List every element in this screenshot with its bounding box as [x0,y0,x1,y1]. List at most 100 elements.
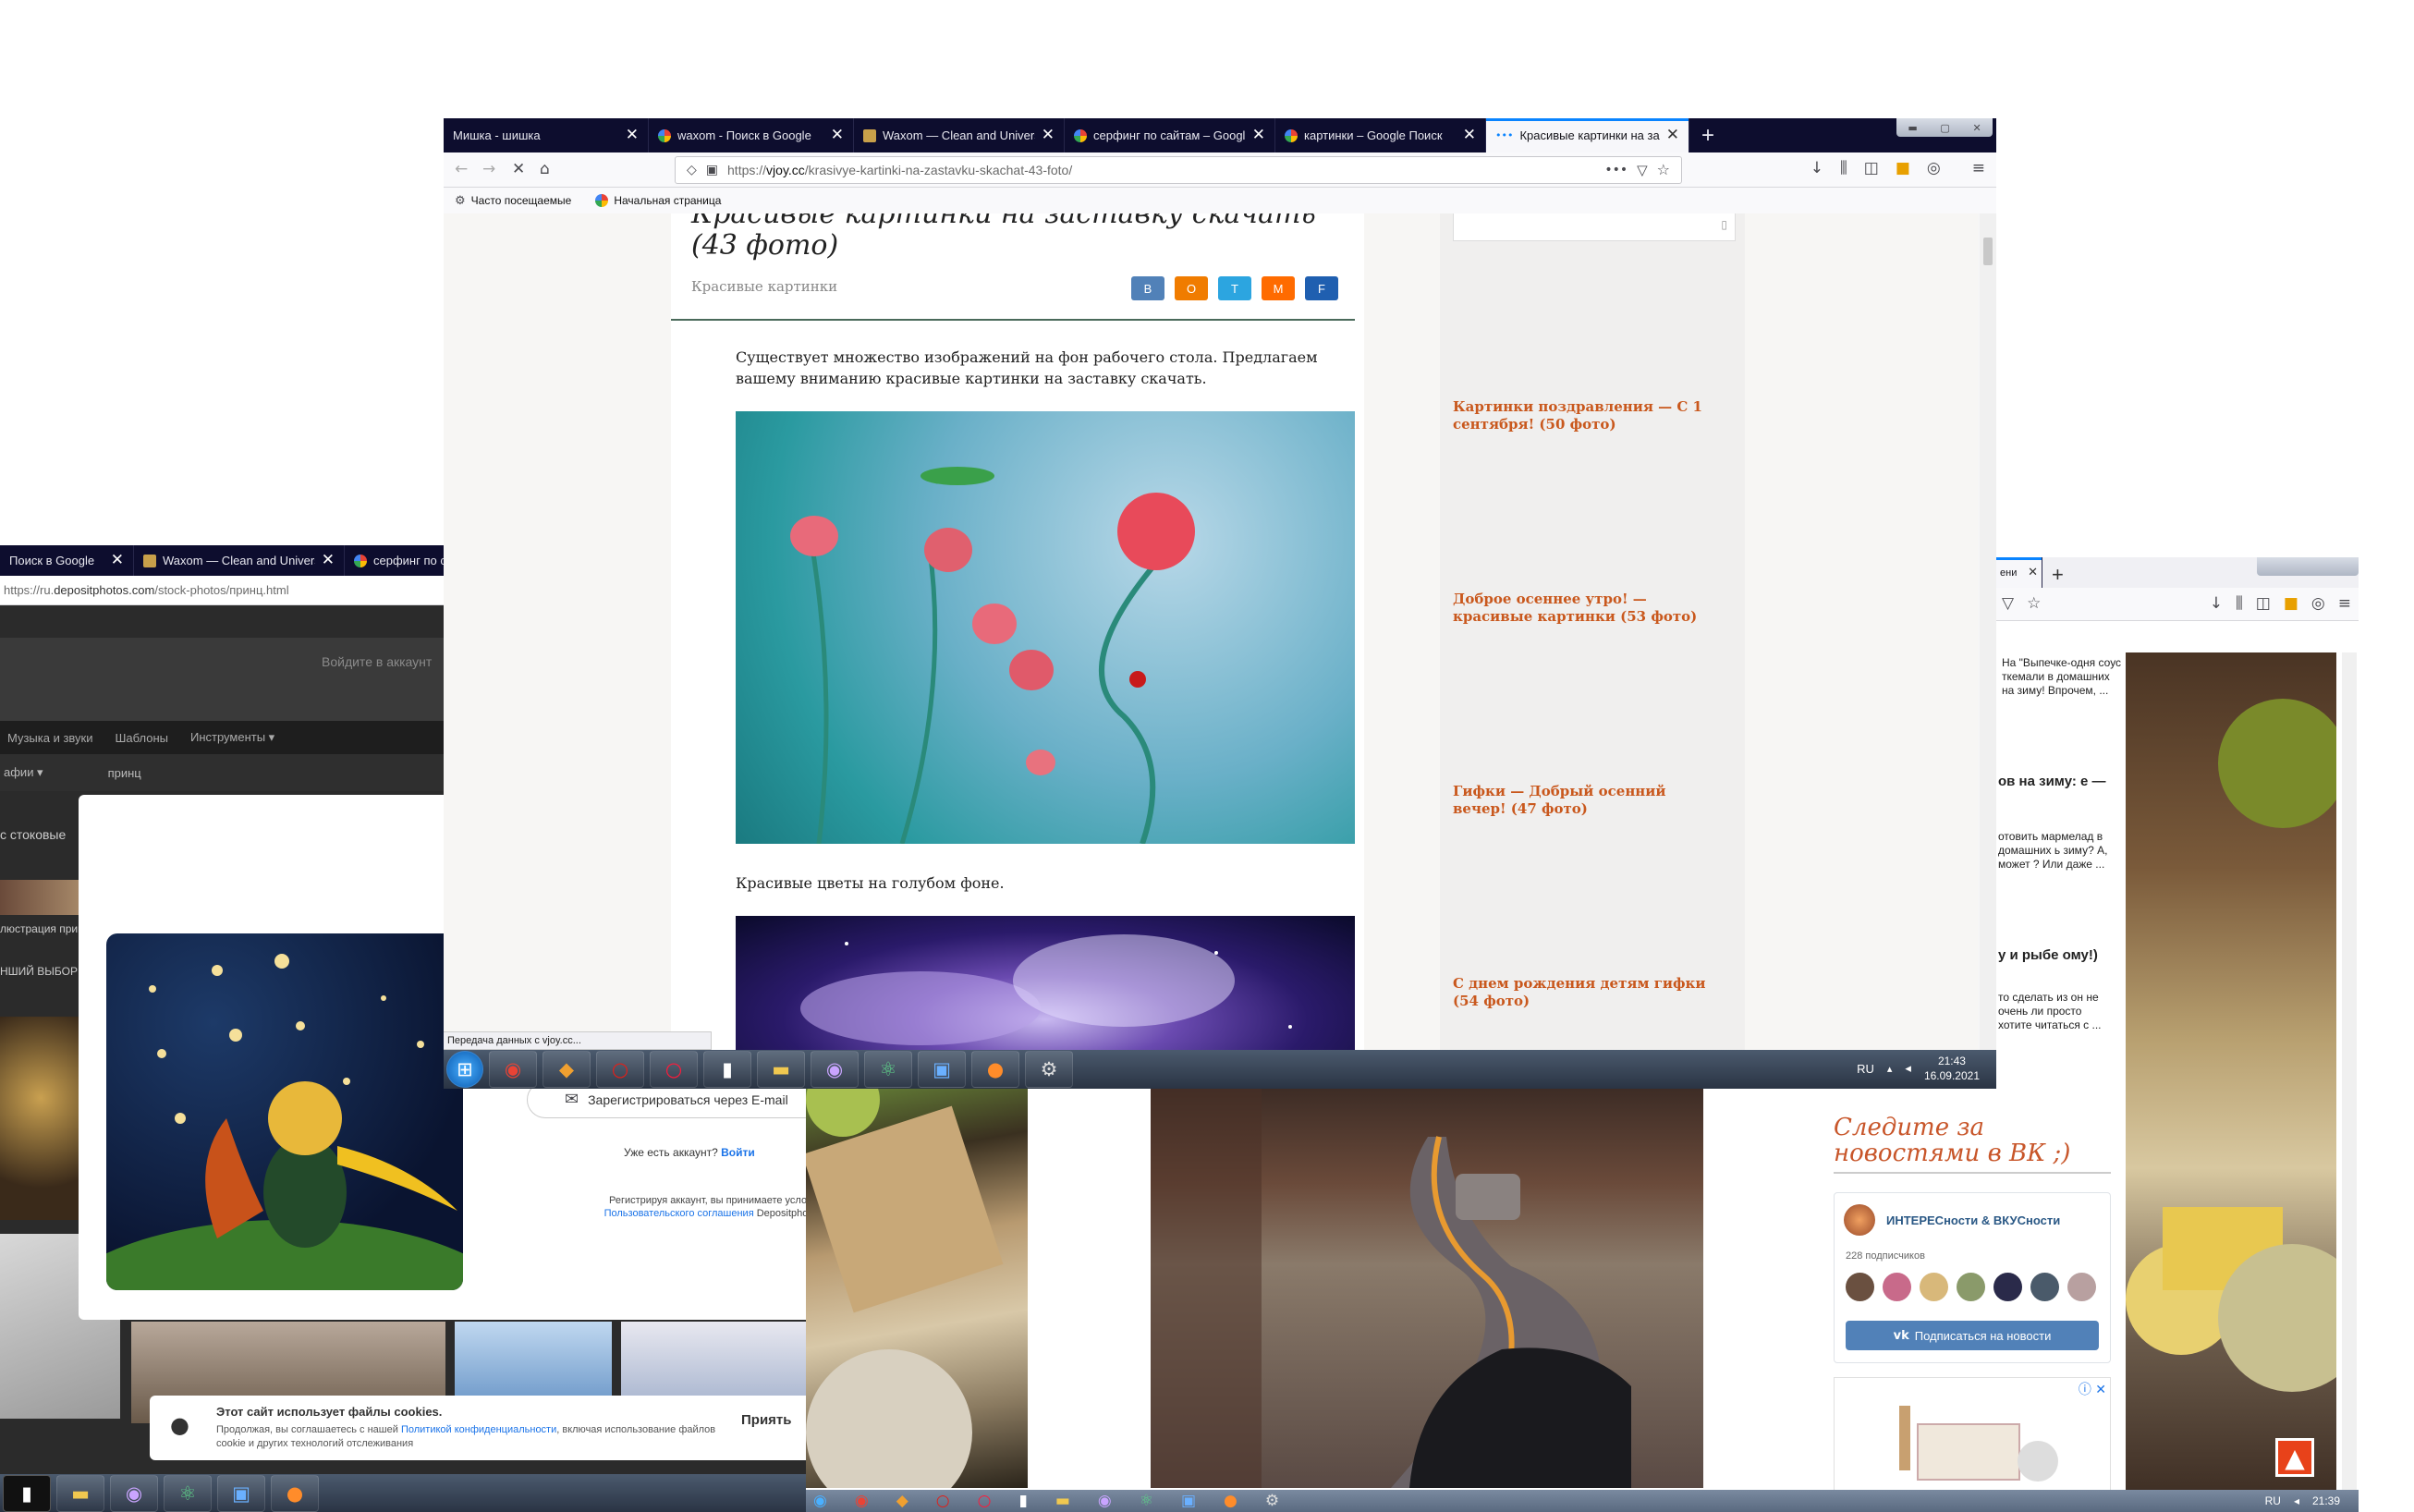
close-icon[interactable]: ✕ [1666,128,1679,143]
share-facebook-button[interactable]: F [1305,276,1338,300]
atom-icon[interactable]: ⚛ [1140,1493,1153,1509]
page-actions-icon[interactable]: ••• [1604,164,1628,177]
sidebar-post-link[interactable]: Доброе осеннее утро! — красивые картинки… [1453,591,1721,626]
avatar[interactable] [2030,1273,2059,1301]
opera-gx-icon[interactable]: ○ [978,1493,992,1509]
tab-krasivye-kartinki[interactable]: ••• Красивые картинки на заставку ✕ [1486,118,1689,152]
sidebar-post-link[interactable]: С днем рождения детям гифки (54 фото) [1453,975,1721,1010]
close-icon[interactable]: ✕ [831,128,844,143]
github-icon[interactable]: ◉ [110,1474,158,1512]
bookmark-star-icon[interactable]: ☆ [1657,163,1670,177]
firefox-icon[interactable]: ● [271,1474,319,1512]
language-indicator[interactable]: RU [2265,1494,2281,1507]
folder-icon[interactable]: ▬ [56,1474,104,1512]
library-icon[interactable]: ⫼ [2236,596,2243,612]
volume-icon[interactable]: ◂ [2294,1495,2299,1506]
close-icon[interactable]: ✕ [2028,567,2038,579]
search-input[interactable]: принц [108,766,141,780]
github-icon[interactable]: ◉ [811,1051,859,1088]
opera-gx-icon[interactable]: ○ [650,1051,698,1088]
atom-icon[interactable]: ⚛ [164,1474,212,1512]
pocket-icon[interactable]: ▽ [1637,163,1648,177]
new-tab-button[interactable]: + [2042,557,2078,591]
library-icon[interactable]: ⫼ [1840,161,1847,177]
close-icon[interactable]: ✕ [1252,128,1265,143]
firefox-icon[interactable]: ● [971,1051,1019,1088]
remote-desktop-icon[interactable]: ▣ [918,1051,966,1088]
extension-icon[interactable]: ■ [2284,596,2298,612]
login-link[interactable]: Войти [721,1146,755,1159]
close-icon[interactable]: ✕ [626,128,639,143]
menu-icon[interactable]: ≡ [2338,596,2351,612]
right-tab[interactable]: ени ✕ [1996,557,2042,588]
chrome-icon[interactable]: ◉ [855,1493,869,1509]
flowers-photo[interactable] [736,411,1355,845]
maximize-icon[interactable]: ▢ [1940,123,1949,133]
scroll-top-button[interactable]: ▲ [2275,1438,2314,1477]
tracking-shield-icon[interactable]: ◇ [687,164,697,177]
scrollbar-thumb[interactable] [1983,238,1993,265]
sidebar-icon[interactable]: ◫ [2256,596,2271,612]
tray-arrow-icon[interactable]: ▴ [1887,1064,1893,1074]
vk-group-name[interactable]: ИНТЕРЕСности & ВКУСности [1886,1213,2060,1227]
opera-icon[interactable]: ○ [596,1051,644,1088]
menu-icon[interactable]: ≡ [1972,161,1985,177]
vk-subscribe-button[interactable]: vk Подписаться на новости [1846,1321,2099,1350]
lock-icon[interactable]: ▣ [706,164,718,177]
sidebar-icon[interactable]: ◫ [1864,161,1879,177]
left-tab-waxom[interactable]: Waxom — Clean and Universal ✕ [134,545,345,576]
terminal-icon[interactable]: ▮ [1018,1493,1027,1509]
avatar[interactable] [2067,1273,2096,1301]
stop-icon[interactable]: ✕ [512,162,525,177]
snippet-heading[interactable]: ов на зиму: е — [1998,773,2118,791]
home-icon[interactable]: ⌂ [540,162,550,177]
tab-waxom-search[interactable]: waxom - Поиск в Google ✕ [649,118,854,152]
vk-group-avatar[interactable] [1844,1204,1875,1236]
tab-serfing[interactable]: серфинг по сайтам – Google Поиск ✕ [1065,118,1275,152]
settings-icon[interactable]: ⚙ [1265,1493,1279,1509]
menu-item[interactable]: Шаблоны [116,731,169,745]
ad-block[interactable]: ⓘ ✕ [1834,1377,2111,1497]
tab-waxom[interactable]: Waxom — Clean and Universal ✕ [854,118,1065,152]
folder-icon[interactable]: ▬ [757,1051,805,1088]
terminal-icon[interactable]: ▮ [3,1474,51,1512]
sublime-icon[interactable]: ◆ [543,1051,591,1088]
volume-icon[interactable]: ◂ [1905,1063,1911,1075]
side-thumb[interactable] [0,880,83,915]
sidebar-search-input[interactable]: ▯ [1453,213,1736,241]
remote-desktop-icon[interactable]: ▣ [217,1474,265,1512]
account-icon[interactable]: ◎ [1927,161,1941,177]
avatar[interactable] [1957,1273,1985,1301]
snippet-heading[interactable]: у и рыбе ому!) [1998,946,2118,965]
menu-item[interactable]: Музыка и звуки [7,731,93,745]
sidebar-post-link[interactable]: Гифки — Добрый осенний вечер! (47 фото) [1453,783,1721,818]
account-icon[interactable]: ◎ [2311,596,2325,612]
terms-link[interactable]: Пользовательского соглашения [604,1208,754,1219]
scrollbar[interactable] [2342,652,2357,1512]
bookmark-frequent[interactable]: ⚙ Часто посещаемые [455,194,571,207]
clock[interactable]: 21:43 16.09.2021 [1924,1054,1980,1083]
firefox-icon[interactable]: ● [1224,1493,1237,1509]
galaxy-photo[interactable] [736,916,1355,1050]
login-link[interactable]: Войдите в аккаунт [322,654,432,669]
github-icon[interactable]: ◉ [1098,1493,1112,1509]
share-mail-button[interactable]: М [1262,276,1295,300]
share-vk-button[interactable]: В [1131,276,1164,300]
bookmark-home[interactable]: Начальная страница [595,194,721,207]
result-thumb[interactable] [0,1017,81,1220]
extension-icon[interactable]: ■ [1896,161,1910,177]
cookie-accept-button[interactable]: Приять [741,1412,792,1428]
start-icon[interactable]: ⊞ [446,1051,483,1088]
avatar[interactable] [1846,1273,1874,1301]
close-window-icon[interactable]: ✕ [1972,123,1981,133]
sublime-icon[interactable]: ◆ [896,1493,908,1509]
filter-dropdown[interactable]: афии ▾ [4,765,43,780]
bookmark-star-icon[interactable]: ☆ [2027,596,2041,612]
avatar[interactable] [1920,1273,1948,1301]
remote-desktop-icon[interactable]: ▣ [1181,1493,1196,1509]
page-scrollbar[interactable] [1980,213,1996,1050]
ad-close[interactable]: ⓘ ✕ [2079,1380,2106,1398]
url-bar[interactable]: ◇ ▣ https://vjoy.cc/krasivye-kartinki-na… [675,156,1682,184]
chrome-icon[interactable]: ◉ [489,1051,537,1088]
sidebar-post-link[interactable]: Картинки поздравления — С 1 сентября! (5… [1453,398,1721,433]
